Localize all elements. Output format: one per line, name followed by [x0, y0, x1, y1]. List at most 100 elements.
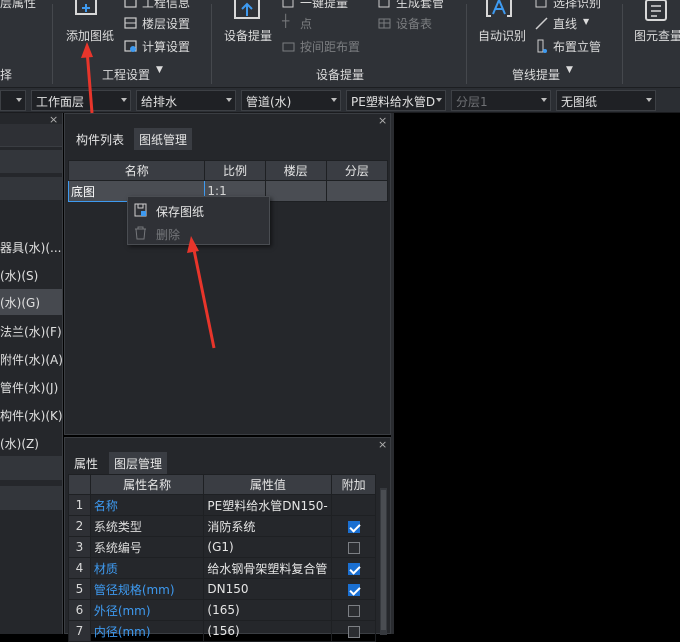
property-value-cell[interactable]: 给水钢骨架塑料复合管: [203, 557, 333, 579]
drawing-canvas[interactable]: [392, 113, 680, 634]
device-extract-group-title: 设备提量: [316, 68, 365, 82]
property-name-cell[interactable]: 外径(mm): [89, 599, 205, 621]
table-row[interactable]: 5 管径规格(mm) DN150: [68, 578, 376, 600]
tree-item-selected[interactable]: (水)(G): [0, 289, 62, 315]
vertical-pipe-label: 布置立管: [553, 40, 602, 54]
line-icon: [535, 17, 548, 30]
element-type-dropdown[interactable]: 管道(水): [241, 90, 341, 111]
sublayer-dropdown[interactable]: 分层1: [451, 90, 551, 111]
drawing-sublayer-cell[interactable]: [325, 180, 389, 202]
pipe-spec-dropdown[interactable]: PE塑料给水管D: [346, 90, 446, 111]
property-name-cell[interactable]: 名称: [89, 494, 205, 516]
property-value-cell[interactable]: (165): [203, 599, 333, 621]
spacing-layout-button[interactable]: 按间距布置: [282, 38, 372, 54]
attach-checkbox[interactable]: [347, 520, 360, 533]
table-row[interactable]: 2 系统类型 消防系统: [68, 515, 376, 537]
property-name-cell[interactable]: 内径(mm): [89, 620, 205, 642]
property-value-cell[interactable]: DN150: [203, 578, 333, 600]
table-row[interactable]: 4 材质 给水钢骨架塑料复合管: [68, 557, 376, 579]
row-index: 4: [68, 557, 91, 579]
attach-checkbox[interactable]: [347, 625, 360, 638]
tree-item[interactable]: 器具(水)(...: [0, 239, 62, 256]
ribbon-separator: [211, 4, 212, 84]
panel-splitter[interactable]: [391, 113, 394, 634]
scrollbar-thumb[interactable]: [381, 490, 386, 630]
table-row[interactable]: 6 外径(mm) (165): [68, 599, 376, 621]
property-name-cell[interactable]: 系统类型: [89, 515, 205, 537]
tree-item[interactable]: (水)(Z): [0, 435, 62, 452]
close-icon[interactable]: ×: [378, 438, 387, 451]
project-info-button[interactable]: 工程信息: [124, 0, 204, 10]
project-settings-group-menu[interactable]: 工程设置 ▼: [102, 65, 172, 82]
calc-settings-button[interactable]: 计算设置: [124, 38, 204, 54]
attach-cell: [331, 536, 376, 558]
spacing-layout-icon: [282, 42, 295, 52]
drawing-dropdown[interactable]: 无图纸: [556, 90, 656, 111]
attach-cell: [331, 515, 376, 537]
one-key-extract-button[interactable]: 一键提量: [282, 0, 362, 10]
device-extract-button[interactable]: 设备提量: [222, 0, 276, 46]
auto-identify-button[interactable]: 自动识别: [476, 0, 530, 46]
close-icon[interactable]: ×: [378, 114, 387, 127]
column-header-property-name: 属性名称: [89, 474, 205, 495]
tree-category-row[interactable]: [0, 486, 62, 510]
delete-menu-item[interactable]: 删除: [128, 222, 269, 244]
point-button[interactable]: ┼ 点: [282, 14, 342, 31]
project-info-icon: [124, 0, 137, 8]
add-drawing-icon: [75, 0, 97, 15]
property-value-cell[interactable]: (156): [203, 620, 333, 642]
drawing-floor-cell[interactable]: [264, 180, 327, 202]
property-name-cell[interactable]: 管径规格(mm): [89, 578, 205, 600]
discipline-dropdown[interactable]: 给排水: [136, 90, 236, 111]
device-table-button[interactable]: 设备表: [378, 15, 448, 31]
layer-dropdown[interactable]: [0, 90, 26, 111]
work-plane-dropdown[interactable]: 工作面层: [31, 90, 131, 111]
straight-line-button[interactable]: 直线 ▼: [535, 15, 605, 31]
table-row[interactable]: 3 系统编号 (G1): [68, 536, 376, 558]
chevron-down-icon: [541, 98, 547, 102]
vertical-pipe-button[interactable]: 布置立管: [535, 38, 615, 54]
drawing-value: 无图纸: [561, 95, 598, 109]
column-header-name: 名称: [67, 160, 206, 181]
property-value-cell[interactable]: PE塑料给水管DN150-: [203, 494, 333, 516]
tree-item[interactable]: 附件(水)(A): [0, 351, 62, 368]
attach-checkbox[interactable]: [347, 541, 360, 554]
tab-component-list[interactable]: 构件列表: [71, 128, 130, 150]
pipeline-extract-group-menu[interactable]: 管线提量 ▼: [512, 65, 582, 82]
column-header-scale: 比例: [204, 160, 266, 181]
element-query-button[interactable]: 图元查量: [632, 0, 680, 46]
tree-item[interactable]: 法兰(水)(F): [0, 323, 62, 340]
generate-set-button[interactable]: 生成套管: [378, 0, 458, 10]
vertical-pipe-icon: [537, 39, 547, 53]
element-query-icon: [645, 0, 667, 21]
property-value-cell[interactable]: (G1): [203, 536, 333, 558]
tree-item[interactable]: 管件(水)(J): [0, 379, 62, 396]
select-identify-button[interactable]: 选择识别: [535, 0, 615, 10]
one-key-extract-icon: [282, 0, 294, 8]
floor-settings-icon: [124, 17, 137, 29]
tab-properties[interactable]: 属性: [69, 452, 104, 474]
tree-search-bar[interactable]: [0, 124, 62, 147]
point-icon: ┼: [282, 14, 290, 28]
property-name-cell[interactable]: 材质: [89, 557, 205, 579]
floor-settings-button[interactable]: 楼层设置: [124, 15, 204, 31]
attach-checkbox[interactable]: [347, 583, 360, 596]
save-drawing-menu-item[interactable]: 保存图纸: [128, 199, 269, 221]
project-info-label: 工程信息: [142, 0, 191, 10]
tab-layer-management[interactable]: 图层管理: [109, 452, 168, 474]
point-label: 点: [300, 17, 313, 31]
project-settings-group-title: 工程设置: [102, 68, 151, 82]
tree-category-row[interactable]: [0, 177, 62, 200]
add-drawing-button[interactable]: 添加图纸: [64, 0, 118, 46]
attach-checkbox[interactable]: [347, 562, 360, 575]
tree-category-row[interactable]: [0, 456, 62, 480]
property-value-cell[interactable]: 消防系统: [203, 515, 333, 537]
tree-item[interactable]: (水)(S): [0, 267, 62, 284]
tree-item[interactable]: 构件(水)(K): [0, 407, 62, 424]
table-row[interactable]: 7 内径(mm) (156): [68, 620, 376, 642]
tree-category-row[interactable]: [0, 150, 62, 173]
table-row[interactable]: 1 名称 PE塑料给水管DN150-: [68, 494, 376, 516]
attach-checkbox[interactable]: [347, 604, 360, 617]
tab-drawing-management[interactable]: 图纸管理: [134, 128, 193, 150]
property-name-cell[interactable]: 系统编号: [89, 536, 205, 558]
